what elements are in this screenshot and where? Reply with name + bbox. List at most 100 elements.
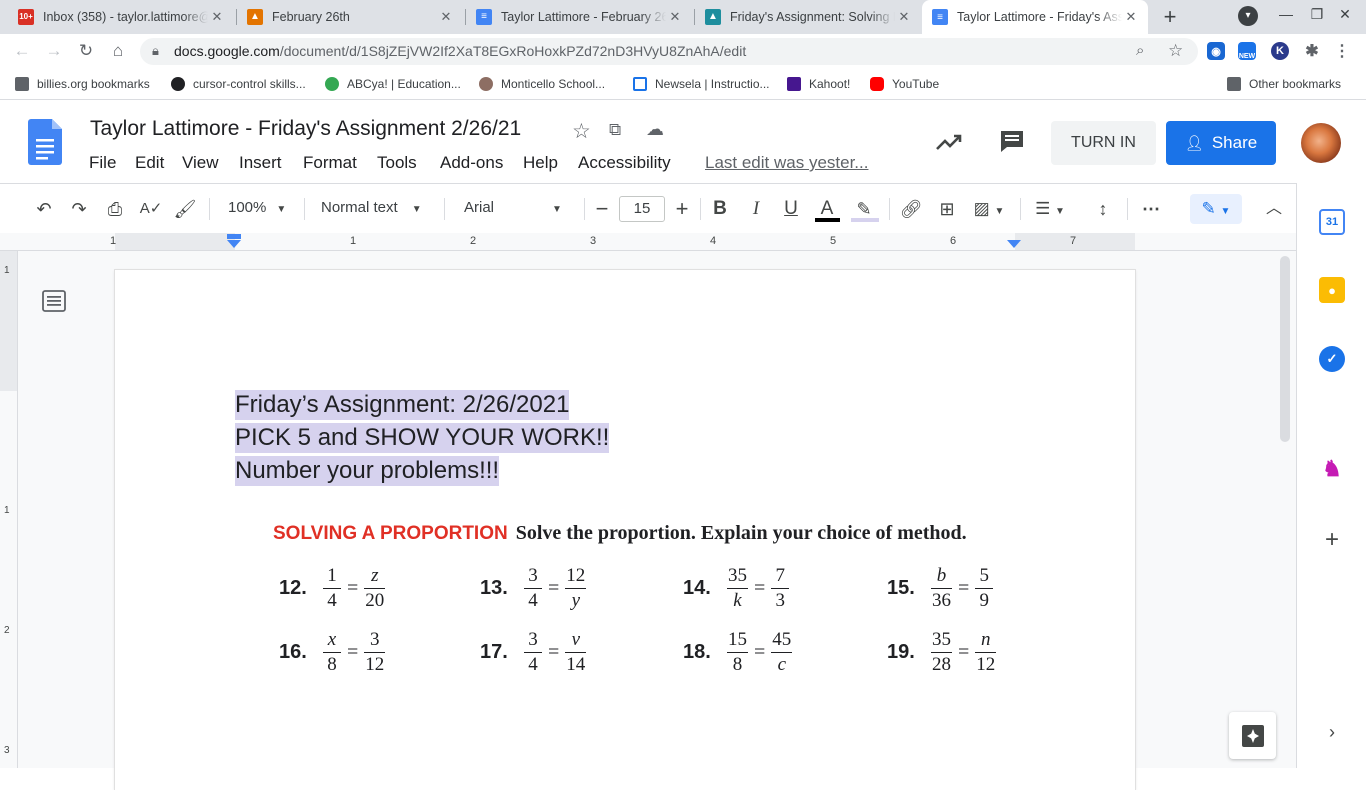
other-bookmarks[interactable]: Other bookmarks — [1227, 77, 1341, 91]
undo-icon[interactable]: ↶ — [32, 198, 56, 220]
extension-k-icon[interactable]: K — [1271, 42, 1289, 60]
zoom-select[interactable]: 100% ▼ — [228, 199, 286, 216]
home-icon[interactable]: ⌂ — [106, 40, 130, 62]
menu-file[interactable]: File — [89, 153, 116, 173]
avatar[interactable] — [1301, 123, 1341, 163]
left-indent-handle[interactable] — [227, 240, 241, 248]
instruction-line[interactable]: Number your problems!!! — [235, 456, 500, 486]
forward-icon[interactable]: → — [42, 40, 66, 62]
new-tab-icon[interactable]: + — [1160, 4, 1180, 30]
paint-format-icon[interactable]: 🖌︎ — [173, 198, 197, 220]
decrease-font-size-icon[interactable]: − — [590, 198, 614, 220]
add-comment-icon[interactable]: ⊞ — [935, 198, 959, 220]
bold-icon[interactable]: B — [708, 198, 732, 220]
minimize-icon[interactable]: — — [1276, 6, 1296, 22]
insert-link-icon[interactable]: 🔗︎ — [899, 198, 923, 220]
menu-view[interactable]: View — [182, 153, 219, 173]
cloud-saved-icon[interactable]: ☁ — [646, 119, 664, 140]
back-icon[interactable]: ← — [10, 40, 34, 62]
first-line-indent-handle[interactable] — [227, 234, 241, 239]
browser-tab-gmail[interactable]: 10+ Inbox (358) - taylor.lattimore@ ✕ — [8, 0, 234, 33]
reload-icon[interactable]: ↻ — [74, 40, 98, 62]
font-select[interactable]: Arial ▼ — [464, 199, 562, 216]
editing-mode-button[interactable]: ✎ ▼ — [1190, 194, 1242, 224]
redo-icon[interactable]: ↷ — [67, 198, 91, 220]
close-icon[interactable]: ✕ — [1122, 9, 1140, 25]
extension-globe-icon[interactable]: ◉ — [1207, 42, 1225, 60]
expand-panel-chevron-icon[interactable]: › — [1319, 719, 1345, 745]
menu-tools[interactable]: Tools — [377, 153, 417, 173]
address-bar[interactable]: 🔒︎ docs.google.com/document/d/1S8jZEjVW2… — [140, 38, 1198, 65]
fraction: 15 8 — [727, 629, 748, 675]
tasks-icon[interactable]: ✓ — [1319, 346, 1345, 372]
print-icon[interactable]: ⎙ — [103, 198, 127, 220]
close-icon[interactable]: ✕ — [895, 9, 913, 25]
highlight-color-icon[interactable]: ✎ — [852, 198, 876, 220]
bookmark-item[interactable]: cursor-control skills... — [171, 77, 306, 91]
spellcheck-icon[interactable]: A✓ — [139, 198, 163, 220]
horizontal-ruler[interactable]: 1 1 2 3 4 5 6 7 — [0, 233, 1296, 251]
line-spacing-icon[interactable]: ↕ — [1091, 198, 1115, 220]
browser-menu-icon[interactable]: ⋮ — [1333, 42, 1351, 60]
window-close-icon[interactable]: ✕ — [1335, 6, 1355, 23]
turn-in-button[interactable]: TURN IN — [1051, 121, 1156, 165]
bookmark-item[interactable]: YouTube — [870, 77, 939, 91]
more-options-icon[interactable]: ⋯ — [1139, 198, 1163, 220]
menu-insert[interactable]: Insert — [239, 153, 282, 173]
menu-help[interactable]: Help — [523, 153, 558, 173]
extension-new-icon[interactable]: NEW — [1238, 42, 1256, 60]
vertical-scrollbar[interactable] — [1280, 256, 1290, 442]
increase-font-size-icon[interactable]: + — [670, 198, 694, 220]
assignment-heading-line[interactable]: Friday’s Assignment: 2/26/2021 — [235, 390, 570, 420]
activity-trend-icon[interactable] — [935, 132, 963, 152]
restore-icon[interactable]: ❐ — [1307, 6, 1327, 23]
worksheet-image-heading[interactable]: SOLVING A PROPORTION Solve the proportion… — [273, 522, 967, 545]
bookmark-item[interactable]: Newsela | Instructio... — [633, 77, 770, 91]
browser-tab-february-26th[interactable]: ▲ February 26th ✕ — [237, 0, 463, 33]
addon-unicorn-icon[interactable]: ♞ — [1319, 456, 1345, 482]
font-size-input[interactable]: 15 — [619, 196, 665, 222]
calendar-icon[interactable]: 31 — [1319, 209, 1345, 235]
comment-icon[interactable] — [999, 129, 1025, 153]
right-indent-handle[interactable] — [1007, 240, 1021, 248]
menu-add-ons[interactable]: Add-ons — [440, 153, 503, 173]
align-left-icon[interactable]: ☰ ▼ — [1030, 198, 1070, 220]
bookmark-item[interactable]: Monticello School... — [479, 77, 605, 91]
document-title[interactable]: Taylor Lattimore - Friday's Assignment 2… — [90, 117, 521, 141]
docs-logo-icon[interactable] — [28, 119, 62, 165]
star-icon[interactable]: ☆ — [572, 119, 591, 144]
browser-tab-doc-february-26[interactable]: ≡ Taylor Lattimore - February 26 ✕ — [466, 0, 692, 33]
bookmark-item[interactable]: Kahoot! — [787, 77, 850, 91]
menu-format[interactable]: Format — [303, 153, 357, 173]
youtube-icon — [870, 77, 884, 91]
bookmark-item[interactable]: ABCya! | Education... — [325, 77, 461, 91]
get-addons-plus-icon[interactable]: + — [1319, 526, 1345, 553]
bookmark-item[interactable]: billies.org bookmarks — [15, 77, 150, 91]
close-icon[interactable]: ✕ — [208, 9, 226, 25]
bookmark-star-icon[interactable]: ☆ — [1168, 41, 1183, 61]
close-icon[interactable]: ✕ — [666, 9, 684, 25]
vertical-ruler[interactable]: 1 1 2 3 — [0, 251, 18, 768]
italic-icon[interactable]: I — [744, 198, 768, 220]
keep-icon[interactable]: ● — [1319, 277, 1345, 303]
extensions-puzzle-icon[interactable]: ✱ — [1303, 42, 1321, 60]
menu-accessibility[interactable]: Accessibility — [578, 153, 671, 173]
problem-number: 17. — [480, 641, 508, 663]
browser-tab-active-doc[interactable]: ≡ Taylor Lattimore - Friday's Ass ✕ — [922, 0, 1148, 34]
browser-tab-fridays-assignment[interactable]: ▲ Friday's Assignment: Solving P ✕ — [695, 0, 921, 33]
move-folder-icon[interactable]: ⧉ — [609, 120, 621, 140]
zoom-icon[interactable]: ⌕ — [1136, 42, 1144, 59]
hide-menus-chevron-up-icon[interactable]: ︿ — [1262, 198, 1286, 220]
instruction-line[interactable]: PICK 5 and SHOW YOUR WORK!! — [235, 423, 610, 453]
underline-icon[interactable]: U — [779, 198, 803, 220]
insert-image-icon[interactable]: ▨ ▼ — [969, 198, 1009, 220]
explore-button[interactable] — [1229, 712, 1276, 759]
tab-search-icon[interactable]: ▾ — [1238, 6, 1258, 26]
close-icon[interactable]: ✕ — [437, 9, 455, 25]
document-outline-icon[interactable] — [42, 290, 66, 312]
share-button[interactable]: 👤︎ Share — [1166, 121, 1276, 165]
paragraph-style-select[interactable]: Normal text ▼ — [321, 199, 422, 216]
last-edit-link[interactable]: Last edit was yester... — [705, 153, 868, 173]
menu-edit[interactable]: Edit — [135, 153, 164, 173]
text-color-icon[interactable]: A — [815, 198, 839, 220]
